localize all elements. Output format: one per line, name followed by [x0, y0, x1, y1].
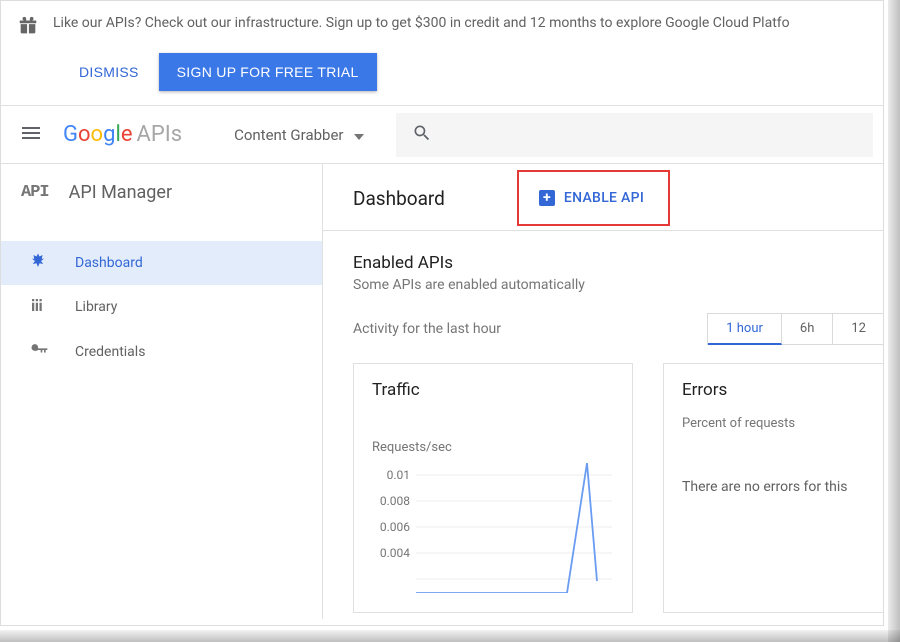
time-tab-1hour[interactable]: 1 hour	[708, 314, 782, 345]
ytick-0: 0.01	[387, 468, 410, 482]
library-icon	[29, 296, 49, 318]
page-title: Dashboard	[353, 187, 445, 210]
sidebar-item-label: Dashboard	[75, 255, 143, 271]
promo-actions: DISMISS SIGN UP FOR FREE TRIAL	[1, 49, 883, 105]
promo-banner: Like our APIs? Check out our infrastruct…	[1, 1, 883, 49]
sidebar-item-label: Library	[75, 299, 117, 315]
errors-empty-message: There are no errors for this	[682, 479, 883, 495]
errors-ylabel: Percent of requests	[682, 416, 883, 431]
gift-icon	[17, 15, 39, 41]
traffic-chart: 0.01 0.008 0.006 0.004	[372, 463, 612, 593]
search-input[interactable]	[396, 113, 874, 157]
traffic-ylabel: Requests/sec	[372, 440, 614, 455]
content-topbar: Dashboard + ENABLE API	[323, 164, 883, 231]
signup-free-trial-button[interactable]: SIGN UP FOR FREE TRIAL	[159, 53, 377, 91]
errors-title: Errors	[682, 380, 883, 400]
time-range-tabs: 1 hour 6h 12	[707, 313, 883, 345]
plus-icon: +	[539, 190, 555, 206]
sidebar-item-label: Credentials	[75, 344, 145, 360]
project-picker[interactable]: Content Grabber	[222, 118, 375, 152]
api-badge-icon: API	[21, 183, 49, 202]
time-tab-6h[interactable]: 6h	[782, 314, 833, 344]
sidebar-item-credentials[interactable]: Credentials	[1, 329, 322, 375]
sidebar-item-dashboard[interactable]: Dashboard	[1, 241, 322, 285]
search-icon	[412, 123, 432, 147]
promo-text: Like our APIs? Check out our infrastruct…	[53, 13, 790, 34]
project-name: Content Grabber	[234, 126, 343, 144]
time-tab-12[interactable]: 12	[833, 314, 883, 344]
dismiss-button[interactable]: DISMISS	[75, 56, 143, 88]
menu-icon[interactable]	[11, 113, 51, 157]
enabled-apis-title: Enabled APIs	[353, 253, 883, 273]
enable-api-button[interactable]: + ENABLE API	[535, 184, 648, 212]
enabled-apis-subtitle: Some APIs are enabled automatically	[353, 277, 883, 293]
dashboard-icon	[29, 252, 49, 274]
ytick-1: 0.008	[380, 494, 410, 508]
enable-api-label: ENABLE API	[564, 190, 644, 206]
key-icon	[29, 340, 49, 364]
activity-label: Activity for the last hour	[353, 321, 501, 337]
top-nav: Google APIs Content Grabber	[1, 105, 883, 163]
sidebar: API API Manager Dashboard Library	[1, 164, 323, 619]
sidebar-item-library[interactable]: Library	[1, 285, 322, 329]
ytick-2: 0.006	[380, 520, 410, 534]
sidebar-header: API API Manager	[1, 164, 322, 221]
traffic-line	[416, 463, 597, 593]
chevron-down-icon	[354, 126, 364, 144]
traffic-title: Traffic	[372, 380, 614, 400]
errors-card: Errors Percent of requests There are no …	[663, 363, 883, 613]
ytick-3: 0.004	[380, 546, 410, 560]
logo-suffix: APIs	[136, 122, 182, 147]
google-apis-logo[interactable]: Google APIs	[63, 122, 182, 147]
traffic-card: Traffic Requests/sec	[353, 363, 633, 613]
sidebar-title: API Manager	[69, 182, 172, 203]
